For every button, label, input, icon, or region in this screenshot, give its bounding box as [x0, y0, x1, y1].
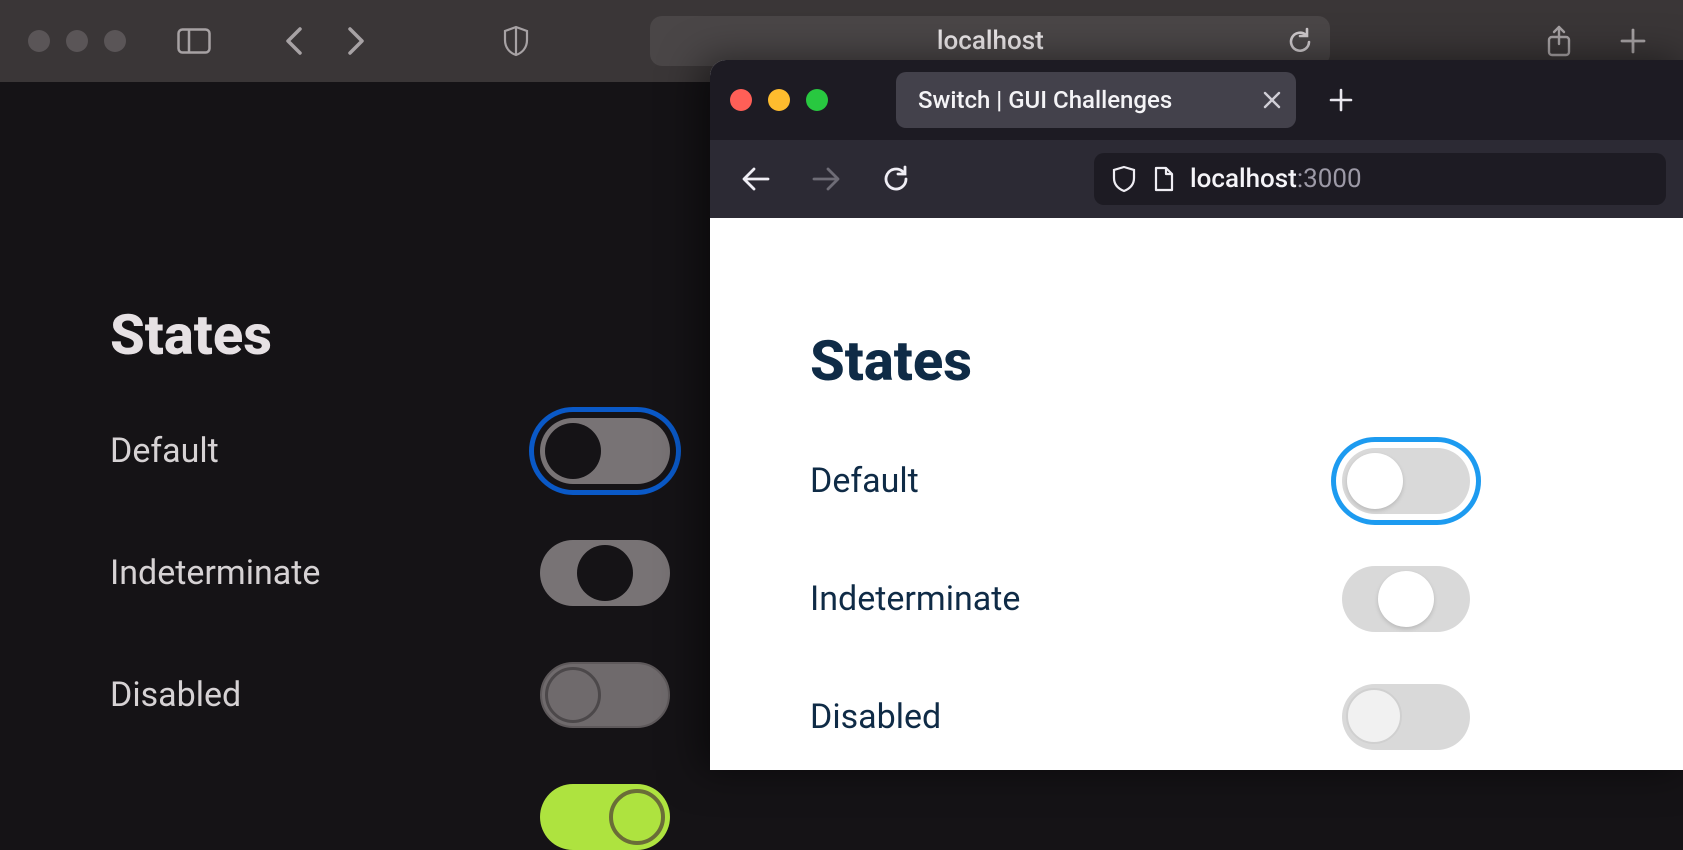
- forward-button: [804, 157, 848, 201]
- switch-thumb: [545, 667, 601, 723]
- privacy-shield-icon[interactable]: [494, 19, 538, 63]
- share-icon[interactable]: [1537, 19, 1581, 63]
- page-heading: States: [810, 328, 1590, 394]
- state-row-checked: [110, 784, 670, 850]
- state-label: Default: [810, 461, 919, 501]
- state-row-indeterminate: Indeterminate: [810, 566, 1470, 632]
- switch-indeterminate[interactable]: [540, 540, 670, 606]
- sidebar-toggle-button[interactable]: [172, 19, 216, 63]
- url-port: :3000: [1297, 164, 1362, 194]
- state-row-default: Default: [110, 418, 670, 484]
- state-label: Default: [110, 431, 219, 471]
- traffic-minimize-icon[interactable]: [768, 89, 790, 111]
- switch-default[interactable]: [540, 418, 670, 484]
- firefox-tab-bar: Switch | GUI Challenges: [710, 60, 1683, 140]
- traffic-close-icon[interactable]: [28, 30, 50, 52]
- switch-thumb: [545, 423, 601, 479]
- firefox-page-content: States Default Indeterminate Disabled: [710, 218, 1683, 770]
- page-icon: [1152, 166, 1174, 192]
- firefox-traffic-lights[interactable]: [730, 89, 828, 111]
- url-text: localhost:3000: [1190, 164, 1362, 194]
- firefox-url-bar[interactable]: localhost:3000: [1094, 153, 1666, 205]
- firefox-nav-bar: localhost:3000: [710, 140, 1683, 218]
- switch-thumb: [1347, 453, 1403, 509]
- reload-icon[interactable]: [1288, 26, 1314, 56]
- switch-indeterminate[interactable]: [1342, 566, 1470, 632]
- firefox-window: Switch | GUI Challenges: [710, 60, 1683, 770]
- tab-close-icon[interactable]: [1262, 90, 1282, 110]
- switch-default[interactable]: [1342, 448, 1470, 514]
- shield-icon[interactable]: [1112, 165, 1136, 193]
- state-label: Disabled: [810, 697, 941, 737]
- state-row-indeterminate: Indeterminate: [110, 540, 670, 606]
- safari-traffic-lights[interactable]: [28, 30, 126, 52]
- state-label: Disabled: [110, 675, 241, 715]
- traffic-minimize-icon[interactable]: [66, 30, 88, 52]
- new-tab-icon[interactable]: [1611, 19, 1655, 63]
- switch-thumb: [1378, 571, 1434, 627]
- traffic-close-icon[interactable]: [730, 89, 752, 111]
- browser-tab[interactable]: Switch | GUI Challenges: [896, 72, 1296, 128]
- switch-disabled-checked: [540, 784, 670, 850]
- traffic-zoom-icon[interactable]: [806, 89, 828, 111]
- url-host: localhost: [1190, 164, 1297, 194]
- switch-thumb: [577, 545, 633, 601]
- switch-thumb: [609, 789, 665, 845]
- state-row-default: Default: [810, 448, 1470, 514]
- state-row-disabled: Disabled: [110, 662, 670, 728]
- forward-button[interactable]: [334, 19, 378, 63]
- tab-title: Switch | GUI Challenges: [918, 86, 1172, 114]
- safari-url-text: localhost: [937, 26, 1044, 56]
- state-label: Indeterminate: [810, 579, 1020, 619]
- switch-thumb: [1346, 688, 1402, 744]
- back-button[interactable]: [734, 157, 778, 201]
- back-button[interactable]: [272, 19, 316, 63]
- switch-disabled: [540, 662, 670, 728]
- new-tab-button[interactable]: [1328, 87, 1354, 113]
- state-label: Indeterminate: [110, 553, 320, 593]
- safari-url-bar[interactable]: localhost: [650, 16, 1330, 66]
- state-row-disabled: Disabled: [810, 684, 1470, 750]
- switch-disabled: [1342, 684, 1470, 750]
- traffic-zoom-icon[interactable]: [104, 30, 126, 52]
- reload-button[interactable]: [874, 157, 918, 201]
